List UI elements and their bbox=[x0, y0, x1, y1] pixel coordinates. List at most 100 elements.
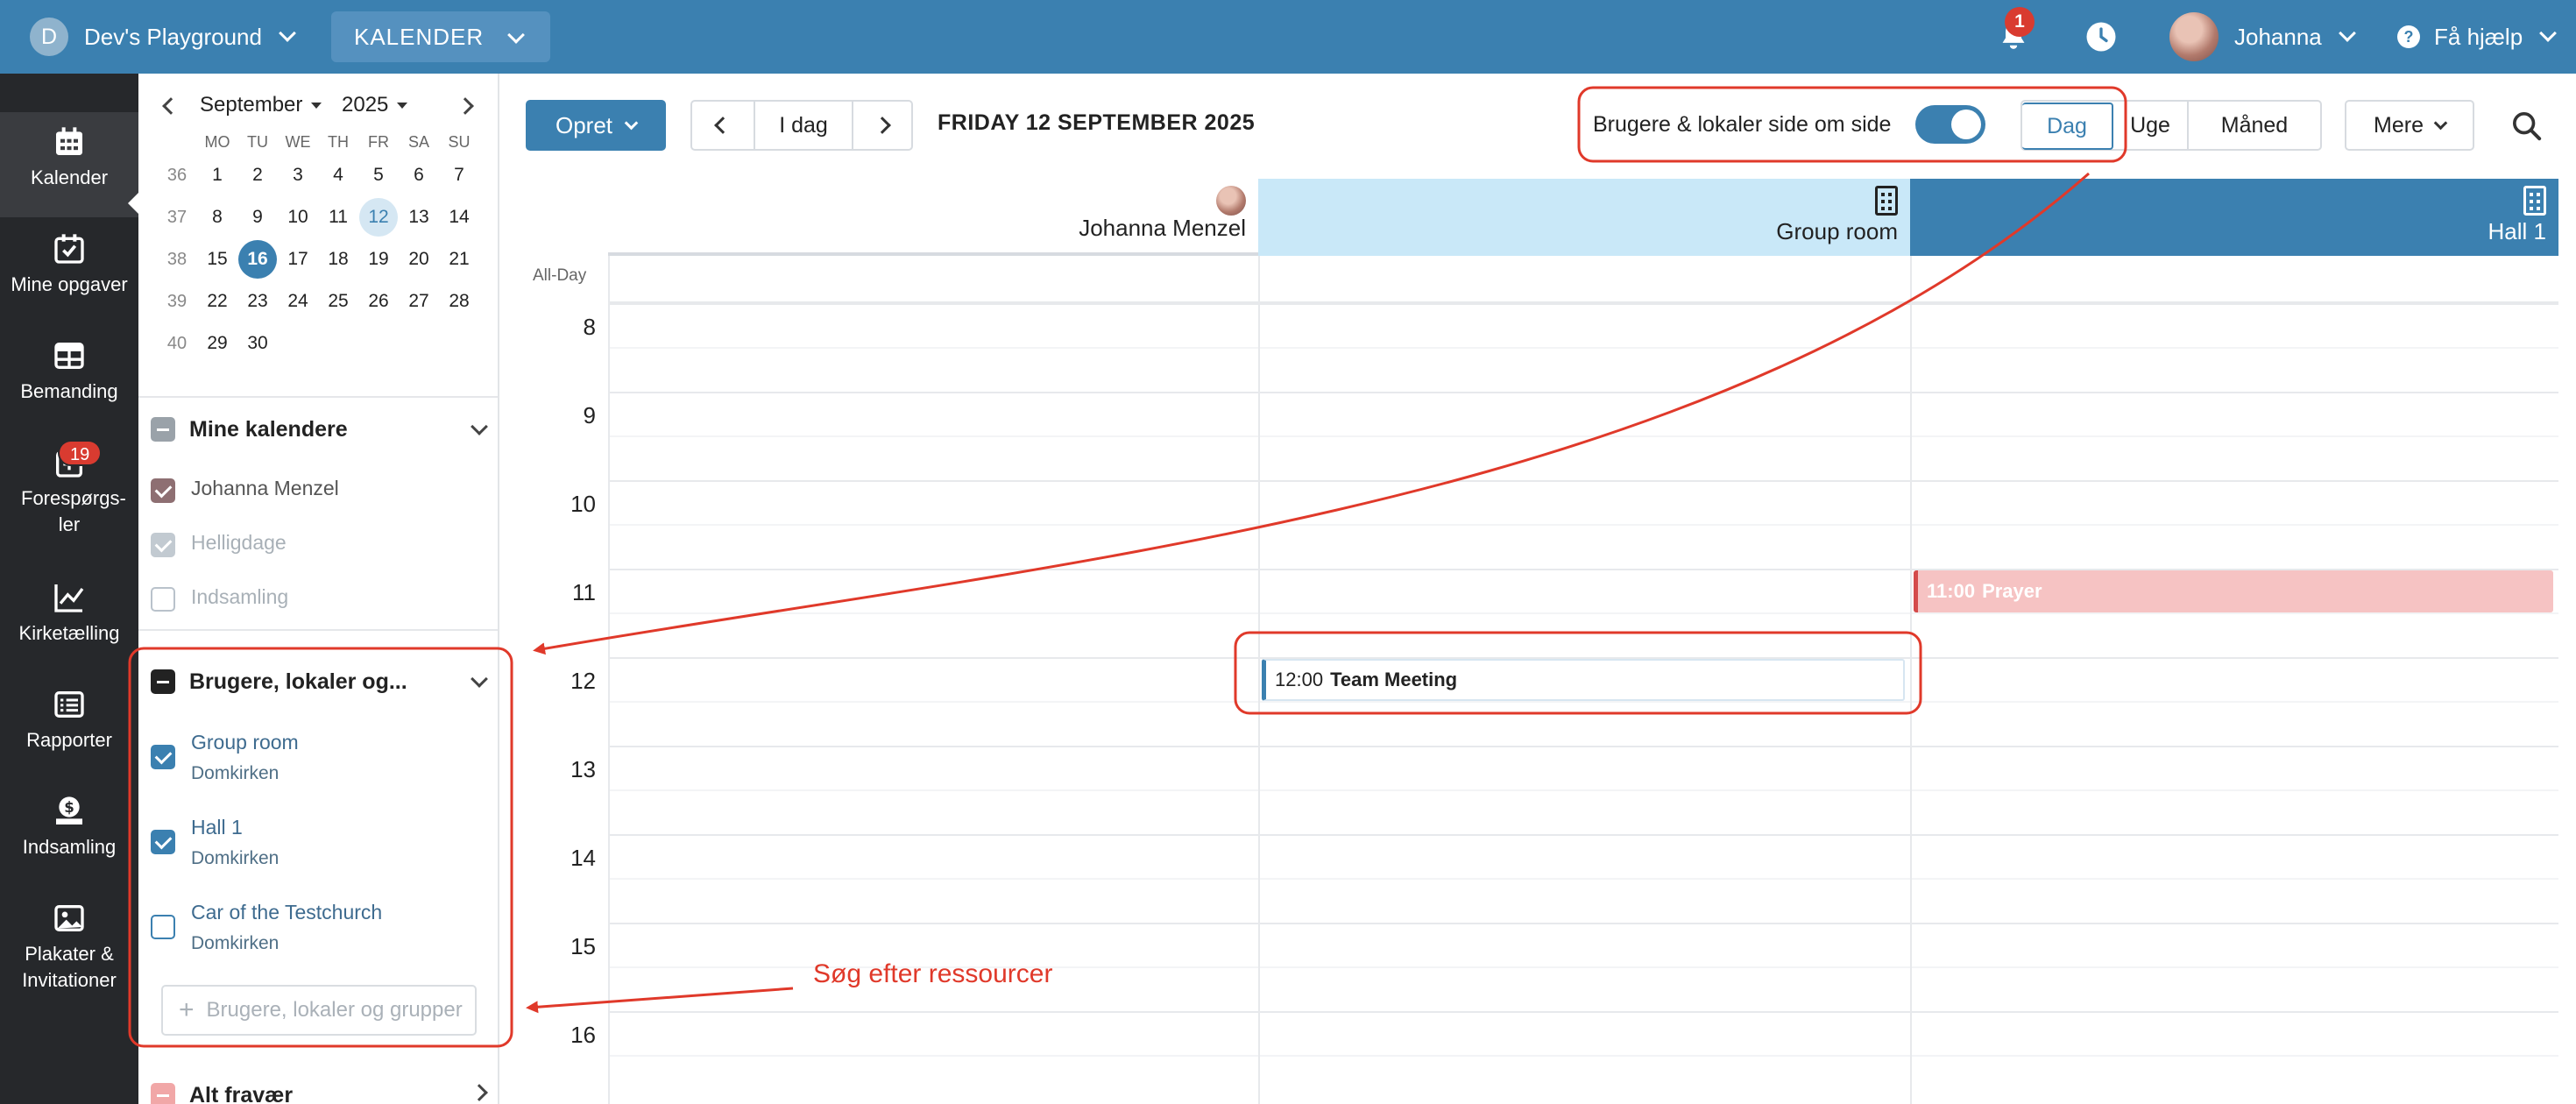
chevron-down-icon[interactable] bbox=[471, 670, 488, 688]
nav-item-rapporter[interactable]: Rapporter bbox=[0, 687, 138, 754]
calendar-item[interactable]: Indsamling bbox=[151, 585, 492, 612]
mini-calendar-day[interactable]: 22 bbox=[198, 282, 237, 321]
weekday-header: MO bbox=[204, 132, 230, 151]
checkbox[interactable] bbox=[151, 745, 175, 769]
date-navigation: I dag bbox=[690, 100, 913, 151]
recent-button[interactable] bbox=[2082, 18, 2120, 56]
resource-search-input[interactable]: + Brugere, lokaler og grupper bbox=[161, 985, 477, 1036]
mini-calendar-day[interactable]: 15 bbox=[198, 240, 237, 279]
absence-header[interactable]: Alt fravær bbox=[151, 1076, 492, 1104]
next-day-button[interactable] bbox=[852, 102, 911, 149]
today-button[interactable]: I dag bbox=[754, 102, 852, 149]
previous-day-button[interactable] bbox=[692, 102, 754, 149]
chevron-right-icon[interactable] bbox=[471, 1084, 488, 1101]
search-icon[interactable] bbox=[2509, 109, 2544, 144]
calendar-event[interactable]: 12:00 Team Meeting bbox=[1262, 659, 1905, 701]
mini-calendar-day[interactable]: 9 bbox=[238, 198, 277, 237]
more-label: Mere bbox=[2374, 112, 2424, 138]
calendar-item[interactable]: Johanna Menzel bbox=[151, 477, 492, 503]
checkbox[interactable] bbox=[151, 587, 175, 612]
mini-calendar-day[interactable]: 27 bbox=[400, 282, 438, 321]
mini-calendar-day[interactable]: 20 bbox=[400, 240, 438, 279]
mini-calendar-day[interactable]: 1 bbox=[198, 156, 237, 195]
nav-item-forespoergsler[interactable]: 19 Forespørgs-ler bbox=[0, 440, 138, 538]
mini-calendar-day[interactable]: 30 bbox=[238, 324, 277, 363]
mini-calendar-day[interactable]: 21 bbox=[440, 240, 478, 279]
resource-item[interactable]: Group room Domkirken bbox=[151, 731, 492, 784]
checkbox[interactable] bbox=[151, 478, 175, 503]
view-day-button[interactable]: Dag bbox=[2022, 103, 2113, 150]
chevron-left-icon bbox=[714, 117, 732, 134]
my-calendars-header[interactable]: Mine kalendere bbox=[151, 410, 492, 449]
next-month-button[interactable] bbox=[456, 97, 474, 115]
nav-item-bemanding[interactable]: Bemanding bbox=[0, 338, 138, 405]
mini-calendar-day[interactable]: 12 bbox=[359, 198, 398, 237]
column-header-johanna[interactable]: Johanna Menzel bbox=[608, 179, 1258, 256]
collapse-toggle-icon[interactable] bbox=[151, 1083, 175, 1104]
checkbox[interactable] bbox=[151, 533, 175, 557]
mini-calendar-day[interactable]: 4 bbox=[319, 156, 357, 195]
hour-label: 10 bbox=[570, 491, 596, 517]
column-header-hall-1[interactable]: Hall 1 bbox=[1910, 179, 2558, 256]
divider bbox=[138, 396, 498, 398]
side-by-side-toggle[interactable] bbox=[1915, 105, 1985, 144]
nav-label: Rapporter bbox=[26, 729, 112, 751]
mini-calendar-day[interactable]: 11 bbox=[319, 198, 357, 237]
month-select[interactable]: September bbox=[200, 93, 322, 117]
resource-item[interactable]: Car of the Testchurch Domkirken bbox=[151, 901, 492, 954]
mini-calendar-day[interactable]: 25 bbox=[319, 282, 357, 321]
more-button[interactable]: Mere bbox=[2345, 100, 2474, 151]
calendar-event[interactable]: 11:00 Prayer bbox=[1914, 570, 2553, 612]
collapse-toggle-icon[interactable] bbox=[151, 417, 175, 442]
half-hour-line bbox=[608, 701, 2558, 703]
mini-calendar-day[interactable]: 19 bbox=[359, 240, 398, 279]
column-header-group-room[interactable]: Group room bbox=[1258, 179, 1910, 256]
list-icon bbox=[54, 691, 84, 718]
mini-calendar-day[interactable]: 29 bbox=[198, 324, 237, 363]
view-week-button[interactable]: Uge bbox=[2113, 102, 2187, 149]
mini-calendar-day[interactable]: 5 bbox=[359, 156, 398, 195]
hour-label: 13 bbox=[570, 756, 596, 782]
year-select[interactable]: 2025 bbox=[342, 93, 408, 117]
create-button[interactable]: Opret bbox=[526, 100, 666, 151]
half-hour-line bbox=[608, 435, 2558, 437]
mini-calendar-day[interactable]: 6 bbox=[400, 156, 438, 195]
workspace-switcher[interactable]: D Dev's Playground bbox=[30, 16, 296, 58]
mini-calendar-day[interactable]: 3 bbox=[279, 156, 317, 195]
collapse-toggle-icon[interactable] bbox=[151, 669, 175, 694]
calendar-item[interactable]: Helligdage bbox=[151, 531, 492, 557]
nav-item-plakater[interactable]: Plakater & Invitationer bbox=[0, 901, 138, 994]
resources-header[interactable]: Brugere, lokaler og... bbox=[151, 662, 492, 701]
view-month-button[interactable]: Måned bbox=[2187, 102, 2320, 149]
mini-calendar-day[interactable]: 17 bbox=[279, 240, 317, 279]
nav-item-mine-opgaver[interactable]: Mine opgaver bbox=[0, 231, 138, 298]
mini-calendar-day[interactable]: 28 bbox=[440, 282, 478, 321]
resource-name: Car of the Testchurch bbox=[191, 901, 383, 924]
user-menu[interactable]: Johanna bbox=[2169, 11, 2356, 63]
mini-calendar-day[interactable]: 13 bbox=[400, 198, 438, 237]
mini-calendar-day[interactable]: 8 bbox=[198, 198, 237, 237]
checkbox[interactable] bbox=[151, 915, 175, 939]
mini-calendar-day[interactable]: 24 bbox=[279, 282, 317, 321]
chevron-down-icon[interactable] bbox=[471, 418, 488, 435]
mini-calendar-day[interactable]: 16 bbox=[238, 240, 277, 279]
mini-calendar-day[interactable]: 23 bbox=[238, 282, 277, 321]
resource-item[interactable]: Hall 1 Domkirken bbox=[151, 816, 492, 869]
table-icon bbox=[54, 343, 84, 369]
mini-calendar-day[interactable]: 14 bbox=[440, 198, 478, 237]
nav-item-kalender[interactable]: Kalender bbox=[0, 112, 138, 217]
mini-calendar-day[interactable]: 2 bbox=[238, 156, 277, 195]
mini-calendar-header: September 2025 bbox=[138, 88, 499, 123]
help-menu[interactable]: ? Få hjælp bbox=[2397, 18, 2558, 56]
mini-calendar-day[interactable]: 26 bbox=[359, 282, 398, 321]
mini-calendar-day[interactable]: 10 bbox=[279, 198, 317, 237]
module-switcher[interactable]: KALENDER bbox=[331, 11, 550, 62]
clock-icon bbox=[2086, 22, 2116, 52]
mini-calendar-day[interactable]: 7 bbox=[440, 156, 478, 195]
previous-month-button[interactable] bbox=[162, 97, 180, 115]
checkbox[interactable] bbox=[151, 830, 175, 854]
image-icon bbox=[54, 905, 84, 931]
nav-item-indsamling[interactable]: $ Indsamling bbox=[0, 794, 138, 860]
mini-calendar-day[interactable]: 18 bbox=[319, 240, 357, 279]
nav-item-kirketaelling[interactable]: Kirketælling bbox=[0, 580, 138, 647]
